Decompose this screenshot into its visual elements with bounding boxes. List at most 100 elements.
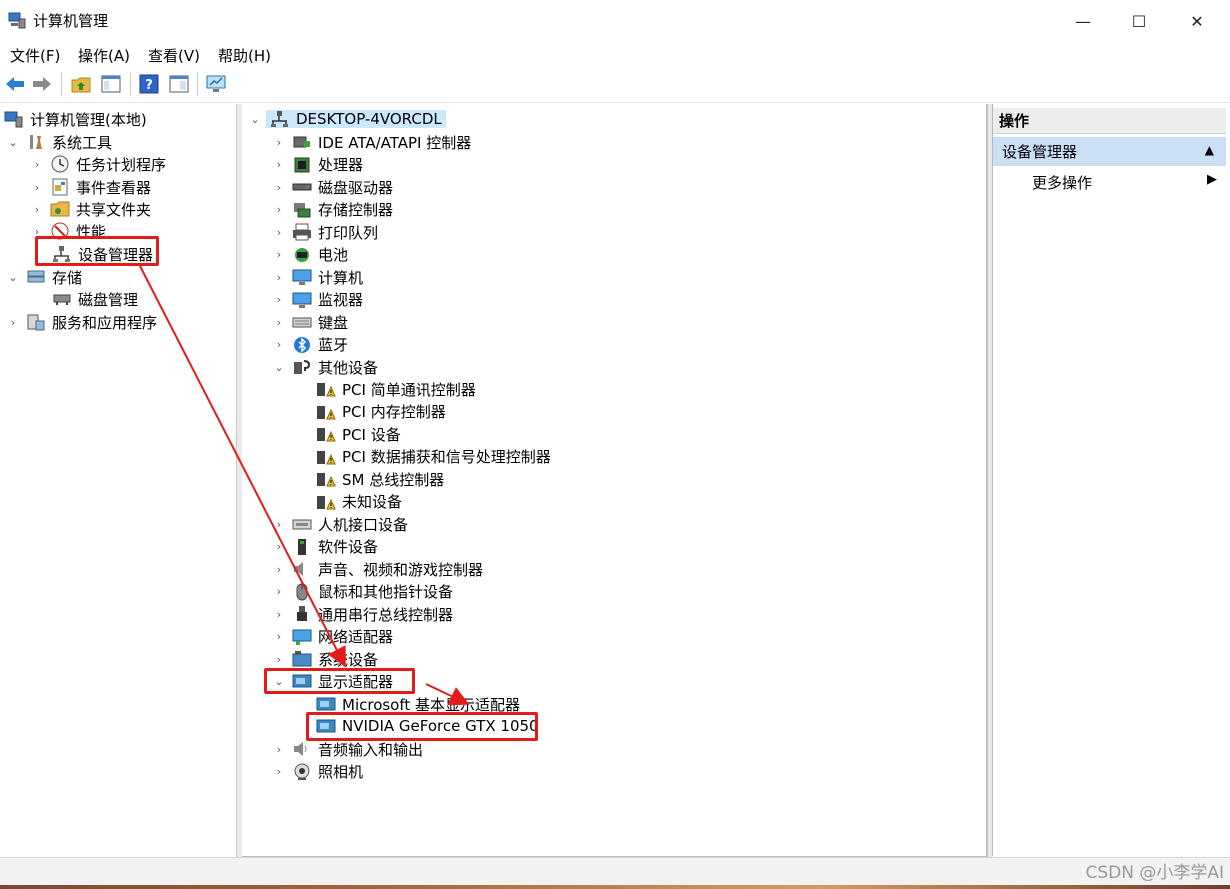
collapse-up-icon[interactable]: ▲ <box>1205 143 1214 157</box>
chevron-right-icon[interactable]: › <box>272 518 286 531</box>
tree-item-microsoft-basic-display[interactable]: Microsoft 基本显示适配器 <box>316 693 520 715</box>
chevron-right-icon[interactable]: › <box>272 653 286 666</box>
tree-item-category[interactable]: ⌄ 其他设备 <box>272 356 378 378</box>
chevron-down-icon[interactable]: ⌄ <box>272 675 286 688</box>
tree-item-category[interactable]: › 软件设备 <box>272 536 378 558</box>
tree-item-category[interactable]: › 蓝牙 <box>272 334 348 356</box>
tree-item-category[interactable]: › 键盘 <box>272 311 348 333</box>
tree-item-other-device[interactable]: PCI 内存控制器 <box>316 401 446 423</box>
tree-item-services[interactable]: › 服务和应用程序 <box>6 311 157 333</box>
back-arrow-icon[interactable] <box>4 73 26 95</box>
chevron-right-icon[interactable]: › <box>272 585 286 598</box>
tree-item-category[interactable]: › 磁盘驱动器 <box>272 176 393 198</box>
tree-item-other-device[interactable]: PCI 简单通讯控制器 <box>316 378 476 400</box>
actions-group-device-manager[interactable]: 设备管理器 ▲ <box>993 137 1226 166</box>
tree-item-category[interactable]: › 处理器 <box>272 154 363 176</box>
chevron-right-icon[interactable]: › <box>272 608 286 621</box>
tree-item-other-device[interactable]: 未知设备 <box>316 491 402 513</box>
tree-item-task-scheduler[interactable]: › 任务计划程序 <box>30 153 166 175</box>
tree-label: 未知设备 <box>342 493 403 511</box>
tree-item-category[interactable]: › 人机接口设备 <box>272 513 408 535</box>
tree-item-category[interactable]: › 打印队列 <box>272 221 378 243</box>
tree-item-system-tools[interactable]: ⌄ 系统工具 <box>6 131 112 153</box>
tree-item-display-adapters[interactable]: ⌄ 显示适配器 <box>272 670 393 692</box>
tree-item-other-device[interactable]: PCI 设备 <box>316 423 401 445</box>
chevron-right-icon[interactable]: › <box>272 181 286 194</box>
chevron-right-icon[interactable]: › <box>6 316 20 329</box>
software-device-icon <box>298 538 306 555</box>
chevron-right-icon[interactable]: › <box>30 181 44 194</box>
tree-item-category[interactable]: › IDE ATA/ATAPI 控制器 <box>272 131 471 153</box>
forward-arrow-icon[interactable] <box>31 73 53 95</box>
tree-item-category[interactable]: › 通用串行总线控制器 <box>272 603 453 625</box>
tree-item-storage[interactable]: ⌄ 存储 <box>6 266 82 288</box>
tree-item-disk-management[interactable]: 磁盘管理 <box>52 288 138 310</box>
chevron-right-icon[interactable]: › <box>272 271 286 284</box>
tree-item-category[interactable]: › 监视器 <box>272 289 363 311</box>
chevron-right-icon[interactable]: › <box>272 226 286 239</box>
tree-item-category[interactable]: › 存储控制器 <box>272 199 393 221</box>
keyboard-icon <box>292 317 312 328</box>
chevron-down-icon[interactable]: ⌄ <box>6 271 20 284</box>
window-title: 计算机管理 <box>33 12 109 30</box>
tree-item-category[interactable]: › 网络适配器 <box>272 626 393 648</box>
tree-item-category[interactable]: › 系统设备 <box>272 648 378 670</box>
chevron-right-icon[interactable]: › <box>30 158 44 171</box>
tree-item-category[interactable]: › 音频输入和输出 <box>272 738 423 760</box>
tree-item-category[interactable]: › 电池 <box>272 244 348 266</box>
tree-label: 打印队列 <box>318 223 379 242</box>
tree-item-event-viewer[interactable]: › 事件查看器 <box>30 176 151 198</box>
root-selection[interactable]: DESKTOP-4VORCDL <box>266 110 446 128</box>
tree-item-shared-folders[interactable]: › 共享文件夹 <box>30 198 151 220</box>
display-adapter-icon <box>316 719 336 733</box>
chevron-right-icon[interactable]: › <box>272 316 286 329</box>
tree-item-other-device[interactable]: PCI 数据捕获和信号处理控制器 <box>316 446 551 468</box>
properties-icon[interactable] <box>168 73 190 95</box>
chevron-right-icon[interactable]: › <box>272 158 286 171</box>
chevron-right-icon[interactable]: › <box>30 225 44 238</box>
chevron-down-icon[interactable]: ⌄ <box>6 136 20 149</box>
up-folder-icon[interactable] <box>70 73 92 95</box>
unknown-device-warning-icon <box>317 428 336 442</box>
tree-label: 人机接口设备 <box>318 515 409 534</box>
tree-item-category[interactable]: › 照相机 <box>272 761 363 783</box>
chevron-right-icon[interactable]: › <box>272 248 286 261</box>
chevron-down-icon[interactable]: ⌄ <box>272 361 286 374</box>
menu-action[interactable]: 操作(A) <box>78 45 130 66</box>
more-actions[interactable]: 更多操作 <box>1032 172 1092 193</box>
tree-item-category[interactable]: › 鼠标和其他指针设备 <box>272 581 453 603</box>
tree-item-category[interactable]: › 计算机 <box>272 266 363 288</box>
tree-item-computer-management[interactable]: 计算机管理(本地) <box>4 108 147 130</box>
tree-item-device-manager[interactable]: 设备管理器 <box>52 243 153 265</box>
chevron-right-icon[interactable]: › <box>272 765 286 778</box>
maximize-button[interactable]: ☐ <box>1110 0 1168 42</box>
title-bar <box>0 0 1230 42</box>
submenu-arrow-icon[interactable]: ▶ <box>1207 172 1217 187</box>
desktop-background-strip <box>0 885 1230 889</box>
camera-icon <box>294 763 310 780</box>
tree-item-category[interactable]: › 声音、视频和游戏控制器 <box>272 558 483 580</box>
chevron-right-icon[interactable]: › <box>272 743 286 756</box>
tree-label: 服务和应用程序 <box>52 313 158 332</box>
monitor-icon[interactable] <box>205 73 227 95</box>
minimize-button[interactable]: — <box>1054 0 1112 42</box>
tree-item-other-device[interactable]: SM 总线控制器 <box>316 468 444 490</box>
chevron-down-icon[interactable]: ⌄ <box>248 113 262 126</box>
chevron-right-icon[interactable]: › <box>272 630 286 643</box>
close-button[interactable]: ✕ <box>1168 0 1226 42</box>
menu-file[interactable]: 文件(F) <box>10 45 60 66</box>
tree-item-nvidia-gtx-1050[interactable]: NVIDIA GeForce GTX 1050 <box>316 715 539 737</box>
chevron-right-icon[interactable]: › <box>272 203 286 216</box>
menu-help[interactable]: 帮助(H) <box>218 45 271 66</box>
tree-item-root[interactable]: ⌄ DESKTOP-4VORCDL <box>248 108 446 130</box>
chevron-right-icon[interactable]: › <box>272 136 286 149</box>
show-hide-tree-icon[interactable] <box>100 73 122 95</box>
chevron-right-icon[interactable]: › <box>30 203 44 216</box>
help-icon[interactable]: ? <box>138 73 160 95</box>
tree-item-performance[interactable]: › 性能 <box>30 220 106 242</box>
menu-view[interactable]: 查看(V) <box>148 45 200 66</box>
chevron-right-icon[interactable]: › <box>272 293 286 306</box>
chevron-right-icon[interactable]: › <box>272 563 286 576</box>
chevron-right-icon[interactable]: › <box>272 540 286 553</box>
chevron-right-icon[interactable]: › <box>272 338 286 351</box>
